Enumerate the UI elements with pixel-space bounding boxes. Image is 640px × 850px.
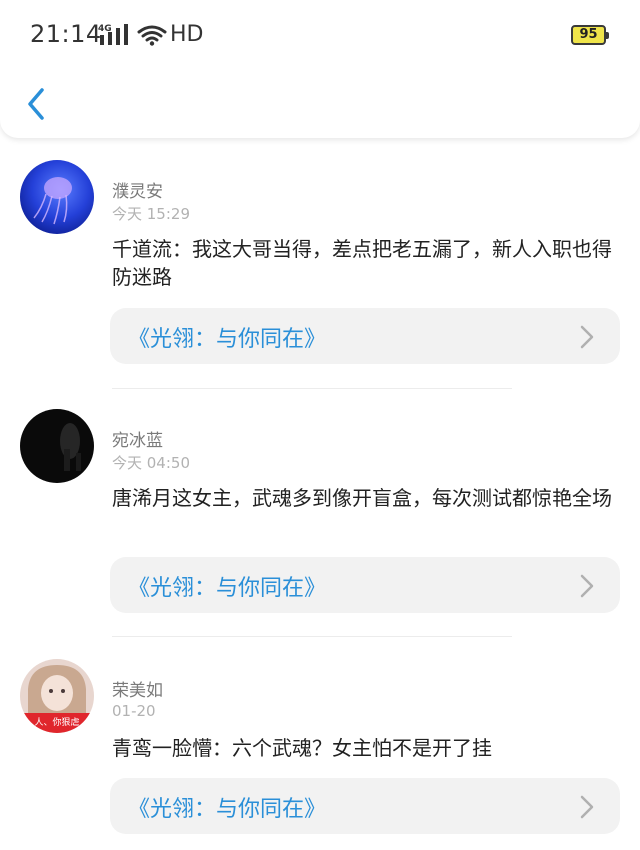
chevron-right-icon <box>580 795 594 819</box>
divider <box>112 636 512 637</box>
divider <box>112 388 512 389</box>
comment-feed: 濮灵安 今天 15:29 千道流：我这大哥当得，差点把老五漏了，新人入职也得防迷… <box>0 150 640 850</box>
linked-book-card[interactable]: 《光翎：与你同在》 <box>110 557 620 613</box>
linked-book-title: 《光翎：与你同在》 <box>128 797 327 822</box>
comment-time: 01-20 <box>112 702 156 720</box>
chevron-right-icon <box>580 574 594 598</box>
header-card: 21:14 4G HD 95 <box>0 0 640 138</box>
chevron-right-icon <box>580 325 594 349</box>
comment-text: 青鸾一脸懵：六个武魂？女主怕不是开了挂 <box>112 736 492 760</box>
battery-indicator: 95 <box>571 25 609 45</box>
cellular-signal-icon: 4G <box>98 24 128 45</box>
linked-book-title: 《光翎：与你同在》 <box>128 327 327 352</box>
avatar[interactable]: 人、你狠虐 <box>20 659 94 733</box>
comment-text: 唐浠月这女主，武魂多到像开盲盒，每次测试都惊艳全场 <box>112 486 612 510</box>
avatar[interactable] <box>20 409 94 483</box>
comment-author[interactable]: 宛冰蓝 <box>112 426 163 451</box>
status-time: 21:14 <box>30 20 102 48</box>
avatar-girl-image: 人、你狠虐 <box>20 659 94 733</box>
comment-text: 千道流：我这大哥当得，差点把老五漏了，新人入职也得防迷路 <box>112 237 612 289</box>
comment-author[interactable]: 濮灵安 <box>112 177 163 202</box>
linked-book-card[interactable]: 《光翎：与你同在》 <box>110 778 620 834</box>
comment-time: 今天 15:29 <box>112 205 190 223</box>
comment-author[interactable]: 荣美如 <box>112 676 163 701</box>
wifi-icon <box>137 25 167 46</box>
linked-book-card[interactable]: 《光翎：与你同在》 <box>110 308 620 364</box>
avatar-caption: 人、你狠虐 <box>34 716 79 728</box>
linked-book-title: 《光翎：与你同在》 <box>128 576 327 601</box>
comment-item: 濮灵安 今天 15:29 千道流：我这大哥当得，差点把老五漏了，新人入职也得防迷… <box>0 150 640 400</box>
comment-item: 宛冰蓝 今天 04:50 唐浠月这女主，武魂多到像开盲盒，每次测试都惊艳全场 《… <box>0 400 640 650</box>
avatar-jellyfish-image <box>20 160 94 234</box>
battery-level: 95 <box>579 27 598 42</box>
comment-time: 今天 04:50 <box>112 454 190 472</box>
hd-indicator: HD <box>170 22 204 47</box>
comment-item: 人、你狠虐 荣美如 01-20 青鸾一脸懵：六个武魂？女主怕不是开了挂 《光翎：… <box>0 650 640 850</box>
status-bar: 21:14 4G HD 95 <box>0 0 640 72</box>
avatar-dark-image <box>20 409 94 483</box>
avatar[interactable] <box>20 160 94 234</box>
chevron-left-icon[interactable] <box>22 86 52 122</box>
